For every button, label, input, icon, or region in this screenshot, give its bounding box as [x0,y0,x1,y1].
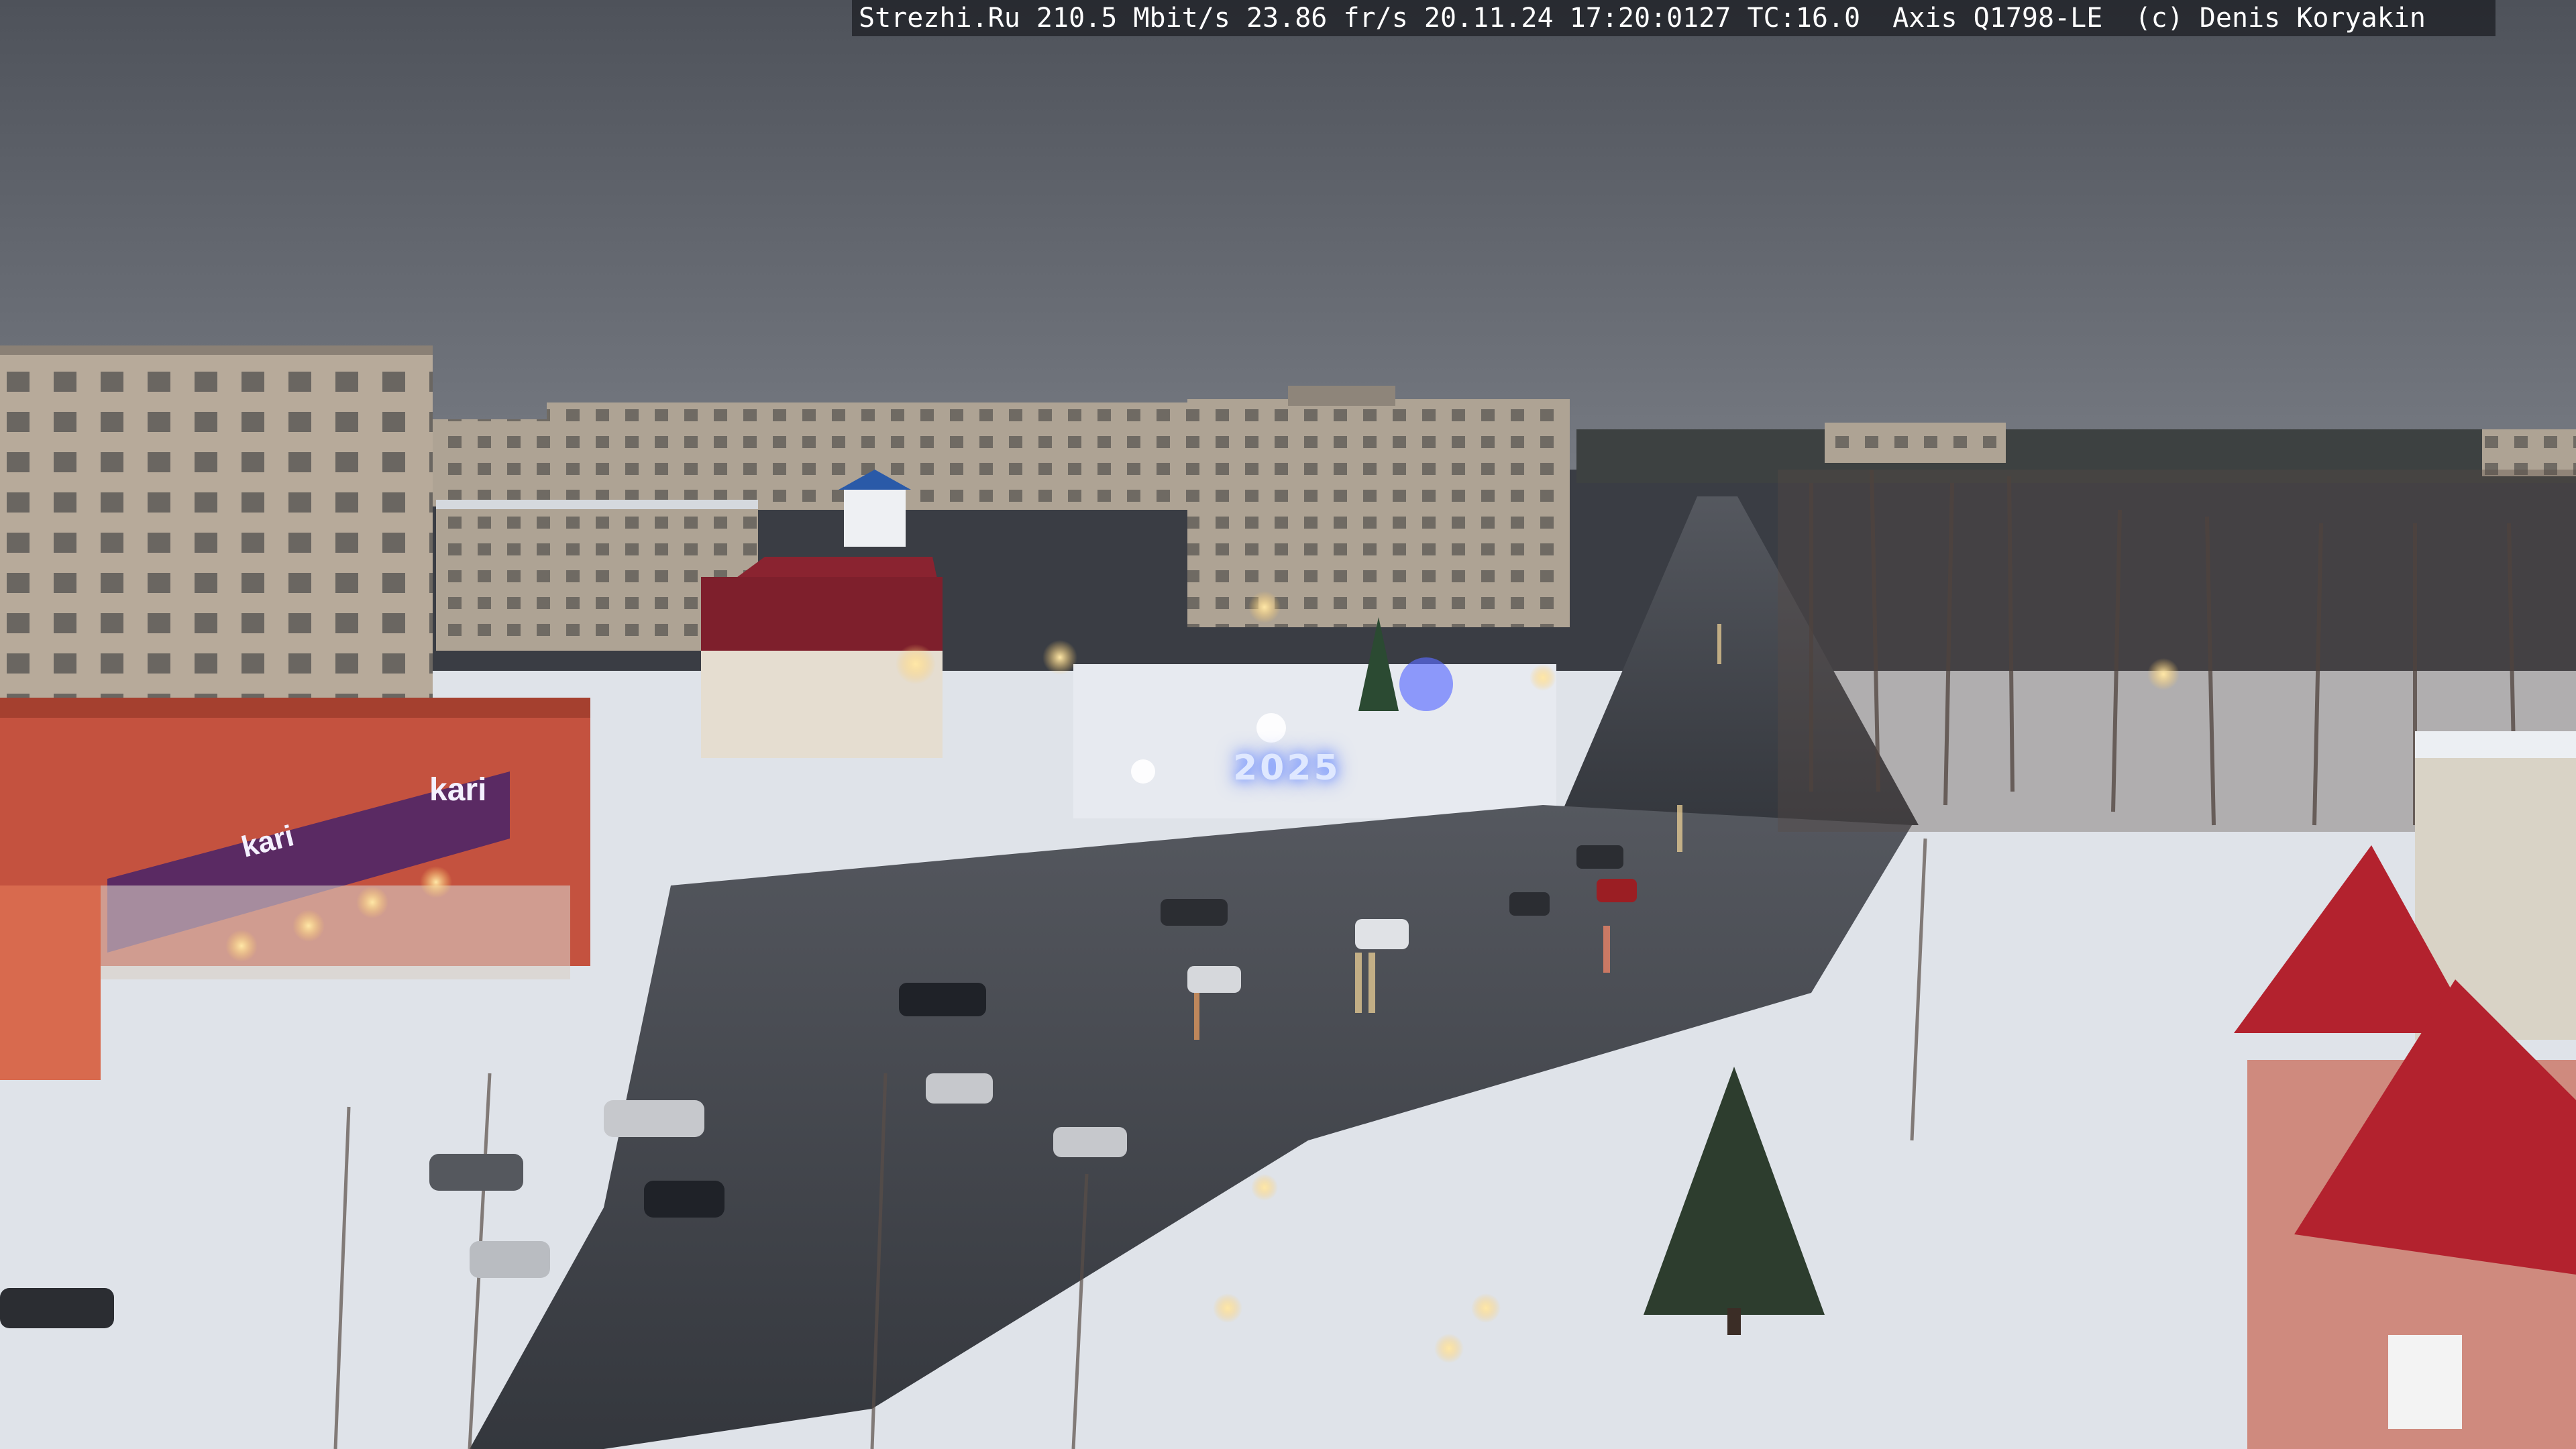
city-street-scene [0,0,2576,1449]
illuminated-year-sign: 2025 [1233,748,1341,788]
snow-square [1073,664,1556,818]
camera-info-overlay: Strezhi.Ru 210.5 Mbit/s 23.86 fr/s 20.11… [852,0,2496,36]
blue-roof-tower [844,486,906,547]
store-sign-kari: kari [429,772,487,808]
webcam-frame: kari kari 2025 Strezhi.Ru 210.5 Mbit/s 2… [0,0,2576,1449]
